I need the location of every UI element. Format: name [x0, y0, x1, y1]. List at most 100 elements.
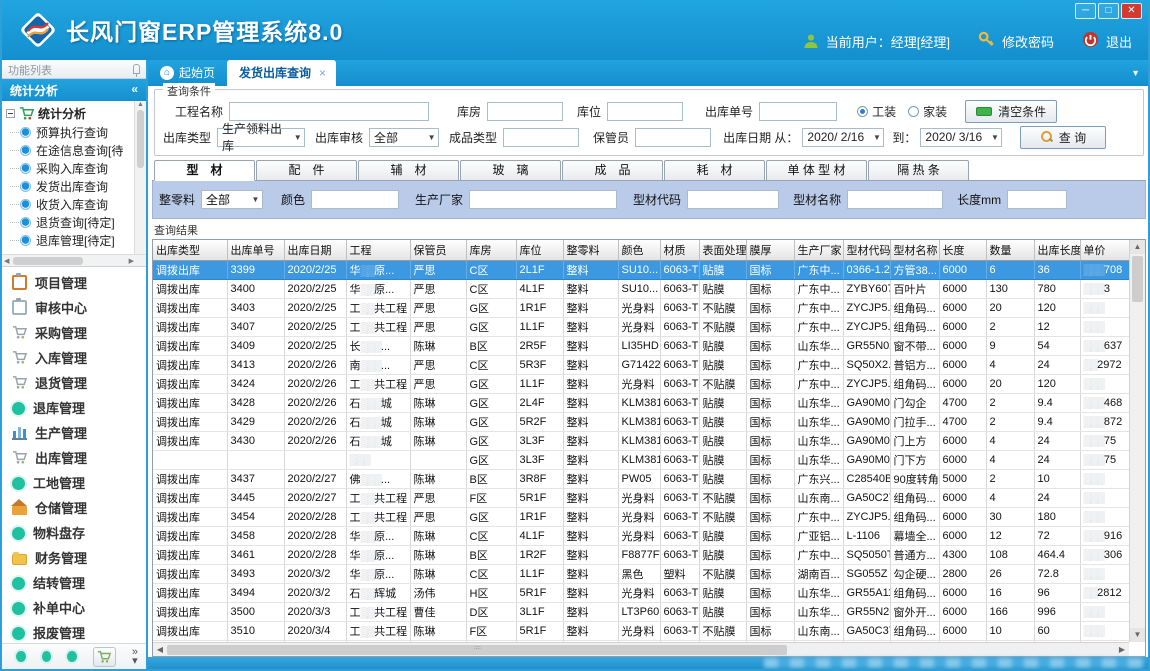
- sidebar-module[interactable]: 仓储管理: [2, 495, 146, 520]
- scroll-up-icon[interactable]: ▲: [1130, 240, 1145, 254]
- grid-vertical-scrollbar[interactable]: ▲ ▼: [1129, 240, 1145, 642]
- sidebar-module[interactable]: 生产管理: [2, 420, 146, 445]
- column-header[interactable]: 单价: [1080, 240, 1129, 261]
- order-no-input[interactable]: [759, 102, 837, 121]
- sidebar-module[interactable]: 财务管理: [2, 545, 146, 570]
- scroll-down-icon[interactable]: ▼: [1130, 628, 1145, 642]
- table-row[interactable]: 调拨出库34942020/3/2石▒▒辉城汤伟H区5R1F整料光身料6063-T…: [153, 584, 1129, 603]
- table-row[interactable]: 调拨出库34542020/2/28工▒▒共工程严思G区1R1F整料光身料6063…: [153, 508, 1129, 527]
- table-row[interactable]: 调拨出库34092020/2/25长▒▒▒...陈琳B区2R5F整料LI35HD…: [153, 337, 1129, 356]
- pin-icon[interactable]: [133, 64, 140, 74]
- column-header[interactable]: 长度: [939, 240, 986, 261]
- tree-item[interactable]: 预算执行查询: [6, 123, 146, 141]
- sidebar-module[interactable]: 退货管理: [2, 370, 146, 395]
- table-row[interactable]: 调拨出库34292020/2/26石▒▒▒城陈琳G区5R2F整料KLM38176…: [153, 413, 1129, 432]
- column-header[interactable]: 材质: [660, 240, 699, 261]
- location-input[interactable]: [607, 102, 683, 121]
- column-header[interactable]: 库房: [466, 240, 516, 261]
- sidebar-module[interactable]: 项目管理: [2, 270, 146, 295]
- table-row[interactable]: 调拨出库34072020/2/25工▒▒共工程严思G区1L1F整料光身料6063…: [153, 318, 1129, 337]
- column-header[interactable]: 数量: [986, 240, 1034, 261]
- table-row[interactable]: 调拨出库34282020/2/26石▒▒▒城陈琳G区2L4F整料KLM38176…: [153, 394, 1129, 413]
- table-row[interactable]: 调拨出库34002020/2/25华▒▒原...严思C区4L1F整料SU10..…: [153, 280, 1129, 299]
- tree-item[interactable]: 发货出库查询: [6, 177, 146, 195]
- column-header[interactable]: 出库单号: [227, 240, 284, 261]
- scroll-right-icon[interactable]: ▶: [1115, 645, 1129, 654]
- material-tab[interactable]: 配 件: [256, 160, 357, 180]
- warehouse-input[interactable]: [487, 102, 563, 121]
- radio-unselected-icon[interactable]: [908, 106, 919, 117]
- table-row[interactable]: 调拨出库34242020/2/26工▒▒共工程严思G区1L1F整料光身料6063…: [153, 375, 1129, 394]
- whole-part-select[interactable]: 全部▼: [201, 190, 263, 209]
- color-input[interactable]: [311, 190, 399, 209]
- maximize-button[interactable]: □: [1098, 3, 1119, 19]
- sidebar-module[interactable]: 出库管理: [2, 445, 146, 470]
- table-row[interactable]: 调拨出库34932020/3/2华▒▒原...陈琳C区1L1F整料黑色塑料不贴膜…: [153, 565, 1129, 584]
- column-header[interactable]: 表面处理: [699, 240, 746, 261]
- cart-footer-button[interactable]: [93, 647, 116, 667]
- project-name-input[interactable]: [229, 102, 429, 121]
- column-header[interactable]: 保管员: [410, 240, 466, 261]
- column-header[interactable]: 出库日期: [284, 240, 346, 261]
- grid-horizontal-scrollbar[interactable]: ◀ ▶: [153, 642, 1129, 656]
- maker-input[interactable]: [469, 190, 617, 209]
- date-to-picker[interactable]: 2020/ 3/16▼: [920, 128, 1002, 147]
- sidebar-module[interactable]: 审核中心: [2, 295, 146, 320]
- table-row[interactable]: ▒▒▒G区3L3F整料KLM38176063-T5贴膜国标山东华...GA90M…: [153, 451, 1129, 470]
- material-tab[interactable]: 单 体 型 材: [766, 160, 867, 180]
- tree-item[interactable]: 在途信息查询[待: [6, 141, 146, 159]
- table-row[interactable]: 调拨出库34612020/2/28华▒▒原...陈琳B区1R2F整料F8877F…: [153, 546, 1129, 565]
- column-header[interactable]: 整零料: [563, 240, 618, 261]
- change-password-link[interactable]: 修改密码: [1002, 32, 1054, 51]
- column-header[interactable]: 颜色: [618, 240, 660, 261]
- sidebar-module[interactable]: 物料盘存: [2, 520, 146, 545]
- table-row[interactable]: 调拨出库34302020/2/26石▒▒▒城陈琳G区3L3F整料KLM38176…: [153, 432, 1129, 451]
- collapse-icon[interactable]: «: [131, 82, 138, 96]
- minimize-button[interactable]: ─: [1075, 3, 1096, 19]
- column-header[interactable]: 膜厚: [746, 240, 794, 261]
- table-row[interactable]: 调拨出库34032020/2/25工▒▒共工程严思G区1R1F整料光身料6063…: [153, 299, 1129, 318]
- search-button[interactable]: 查 询: [1020, 126, 1106, 149]
- table-row[interactable]: 调拨出库33992020/2/25华▒▒原...严思C区2L1F整料SU10..…: [153, 261, 1129, 280]
- column-header[interactable]: 型材名称: [890, 240, 939, 261]
- material-tab[interactable]: 隔 热 条: [868, 160, 969, 180]
- out-audit-select[interactable]: 全部▼: [369, 128, 439, 147]
- profile-name-input[interactable]: [847, 190, 943, 209]
- tree-item[interactable]: 退货查询[待定]: [6, 213, 146, 231]
- module-dot-icon[interactable]: [67, 651, 77, 662]
- column-header[interactable]: 库位: [516, 240, 563, 261]
- radio-jiazhuang[interactable]: 家装: [908, 103, 947, 120]
- vertical-scroll-thumb[interactable]: [1132, 256, 1143, 302]
- out-type-select[interactable]: 生产领料出库▼: [217, 128, 305, 147]
- sidebar-module[interactable]: 采购管理: [2, 320, 146, 345]
- more-modules-button[interactable]: »▾: [132, 648, 138, 666]
- keeper-input[interactable]: [635, 128, 711, 147]
- tab-list-dropdown-icon[interactable]: ▼: [1131, 68, 1140, 78]
- column-header[interactable]: 生产厂家: [794, 240, 843, 261]
- table-row[interactable]: 调拨出库34132020/2/26南▒▒▒...严思C区5R3F整料G71422…: [153, 356, 1129, 375]
- tab-shipping-outbound-query[interactable]: 发货出库查询 ×: [227, 60, 336, 86]
- tree-item[interactable]: 退库管理[待定]: [6, 231, 146, 249]
- logout-link[interactable]: 退出: [1106, 32, 1132, 51]
- table-row[interactable]: 调拨出库35102020/3/4工▒▒共工程陈琳F区5R1F整料光身料6063-…: [153, 622, 1129, 641]
- close-button[interactable]: ✕: [1121, 3, 1142, 19]
- column-header[interactable]: 型材代码: [843, 240, 890, 261]
- statistics-section-header[interactable]: 统计分析 «: [2, 79, 146, 101]
- material-tab[interactable]: 玻 璃: [460, 160, 561, 180]
- table-row[interactable]: 调拨出库34372020/2/27佛▒▒▒...陈琳B区3R8F整料PW0560…: [153, 470, 1129, 489]
- sidebar-module[interactable]: 退库管理: [2, 395, 146, 420]
- sidebar-module[interactable]: 工地管理: [2, 470, 146, 495]
- length-input[interactable]: [1007, 190, 1067, 209]
- horizontal-scroll-thumb[interactable]: [167, 645, 787, 655]
- tab-close-icon[interactable]: ×: [319, 66, 326, 80]
- scroll-left-icon[interactable]: ◀: [153, 645, 167, 654]
- tree-root-node[interactable]: 统计分析: [6, 103, 146, 123]
- table-row[interactable]: 调拨出库34582020/2/28华▒▒原...陈琳C区4L1F整料光身料606…: [153, 527, 1129, 546]
- sidebar-module[interactable]: 结转管理: [2, 570, 146, 595]
- material-tab[interactable]: 辅 材: [358, 160, 459, 180]
- clear-conditions-button[interactable]: 清空条件: [965, 100, 1057, 123]
- tree-vertical-scrollbar[interactable]: ▲: [134, 101, 146, 255]
- module-dot-icon[interactable]: [42, 651, 52, 662]
- material-tab[interactable]: 型 材: [154, 160, 255, 181]
- date-from-picker[interactable]: 2020/ 2/16▼: [802, 128, 884, 147]
